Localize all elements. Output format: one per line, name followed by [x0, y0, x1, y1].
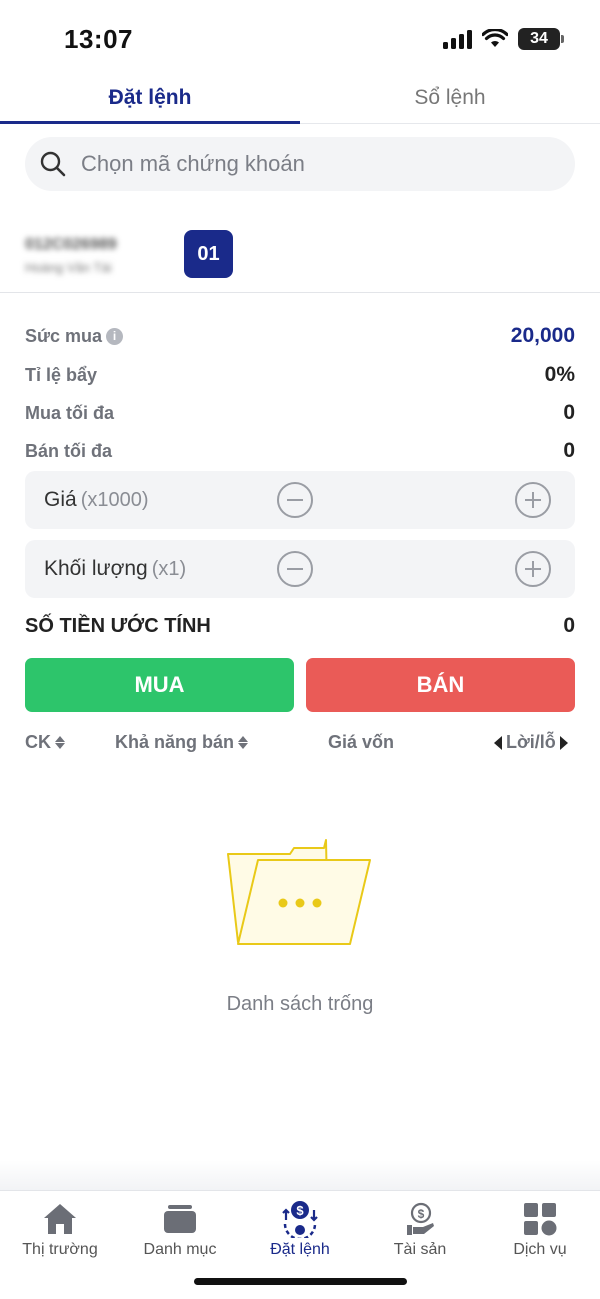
buying-power-label: Sức mua: [25, 325, 103, 346]
order-tabs: Đặt lệnh Sổ lệnh: [0, 72, 600, 124]
column-header-cost: Giá vốn: [328, 732, 394, 753]
account-id: 012C026989: [25, 236, 117, 253]
column-ck-label: CK: [25, 732, 51, 752]
svg-text:$: $: [296, 1203, 304, 1218]
divider: [0, 292, 600, 293]
price-increase-button[interactable]: [515, 482, 551, 518]
buying-power-value: 20,000: [510, 324, 575, 347]
search-placeholder: Chọn mã chứng khoán: [81, 151, 305, 176]
tab-place-order[interactable]: Đặt lệnh: [0, 72, 300, 124]
column-header-pl[interactable]: Lời/lỗ: [494, 732, 568, 753]
leverage-label: Tỉ lệ bẩy: [25, 364, 98, 385]
status-icons: 34: [443, 28, 564, 50]
services-icon: [524, 1203, 557, 1236]
wifi-icon: [482, 29, 508, 47]
price-label: Giá: [44, 488, 77, 511]
leverage-value: 0%: [544, 363, 575, 386]
nav-market[interactable]: Thị trường: [0, 1191, 120, 1299]
column-cost-label: Giá vốn: [328, 732, 395, 752]
volume-unit: (x1): [151, 558, 187, 580]
assets-icon: $: [407, 1202, 434, 1235]
max-sell-row: Bán tối đa 0: [25, 436, 575, 466]
info-icon[interactable]: i: [106, 327, 124, 345]
max-sell-label: Bán tối đa: [25, 440, 113, 461]
price-unit: (x1000): [80, 489, 149, 511]
sort-icon: [55, 736, 65, 749]
empty-list-text: Danh sách trống: [226, 993, 374, 1015]
max-buy-value: 0: [563, 401, 575, 424]
portfolio-icon: [164, 1205, 196, 1233]
empty-folder-icon: [227, 839, 371, 945]
nav-market-label: Thị trường: [22, 1241, 98, 1258]
price-decrease-button[interactable]: [277, 482, 313, 518]
estimated-amount-label: SỐ TIỀN ƯỚC TÍNH: [25, 614, 211, 637]
leverage-row: Tỉ lệ bẩy 0%: [25, 360, 575, 390]
buying-power-row: Sức mua i 20,000: [25, 321, 575, 351]
home-indicator: [194, 1278, 407, 1285]
volume-decrease-button[interactable]: [277, 551, 313, 587]
volume-label: Khối lượng: [44, 557, 148, 580]
max-buy-row: Mua tối đa 0: [25, 398, 575, 428]
bottom-shadow: [0, 1160, 600, 1192]
column-header-ck[interactable]: CK: [25, 732, 65, 753]
home-icon: [44, 1204, 76, 1234]
caret-left-icon[interactable]: [494, 735, 502, 750]
price-input[interactable]: Giá (x1000): [25, 471, 575, 529]
cellular-signal-icon: [443, 29, 472, 49]
volume-increase-button[interactable]: [515, 551, 551, 587]
status-bar: 13:07 34: [0, 0, 600, 70]
battery-icon: 34: [518, 28, 564, 50]
column-header-sellable[interactable]: Khả năng bán: [115, 732, 249, 753]
caret-right-icon[interactable]: [559, 735, 568, 750]
max-buy-label: Mua tối đa: [25, 402, 114, 423]
nav-assets-label: Tài sản: [393, 1241, 447, 1258]
nav-services[interactable]: Dịch vụ: [480, 1191, 600, 1299]
column-pl-label: Lời/lỗ: [506, 732, 556, 752]
volume-input[interactable]: Khối lượng (x1): [25, 540, 575, 598]
account-name: Hoàng Văn Tài: [25, 260, 112, 275]
nav-portfolio-label: Danh mục: [143, 1241, 217, 1258]
tab-order-book[interactable]: Sổ lệnh: [300, 72, 600, 123]
svg-text:$: $: [418, 1207, 425, 1221]
column-sellable-label: Khả năng bán: [115, 732, 235, 752]
buy-button[interactable]: MUA: [25, 658, 294, 712]
sort-icon: [238, 736, 249, 749]
nav-services-label: Dịch vụ: [513, 1241, 567, 1258]
order-icon: $: [282, 1201, 318, 1238]
sell-button[interactable]: BÁN: [306, 658, 575, 712]
search-icon: [40, 151, 66, 177]
status-time: 13:07: [64, 24, 133, 54]
estimated-amount-row: SỐ TIỀN ƯỚC TÍNH 0: [25, 614, 575, 638]
stock-search-input[interactable]: Chọn mã chứng khoán: [25, 137, 575, 191]
account-selector[interactable]: 012C026989 Hoàng Văn Tài 01: [25, 228, 575, 284]
estimated-amount-value: 0: [563, 614, 575, 637]
sub-account-badge[interactable]: 01: [184, 230, 233, 278]
nav-place-order-label: Đặt lệnh: [270, 1241, 330, 1258]
max-sell-value: 0: [563, 439, 575, 462]
